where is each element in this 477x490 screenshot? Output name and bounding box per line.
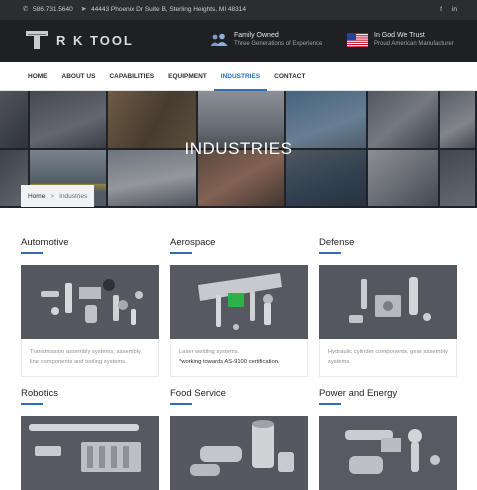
- industry-card-food-service[interactable]: Food Service: [170, 388, 308, 490]
- chevron-right-icon: >: [50, 192, 55, 200]
- aerospace-parts-image: [170, 265, 308, 339]
- title-underline: [170, 252, 192, 254]
- nav-item-about-us[interactable]: ABOUT US: [55, 62, 103, 91]
- nav-item-industries[interactable]: INDUSTRIES: [213, 62, 268, 91]
- title-underline: [21, 403, 43, 405]
- badge-title: Family Owned: [234, 32, 279, 39]
- card-description: Laser welding systems. *working towards …: [170, 339, 308, 377]
- page-title: INDUSTRIES: [184, 139, 293, 158]
- card-title[interactable]: Robotics: [21, 388, 159, 399]
- robotics-parts-image: [21, 416, 159, 490]
- title-underline: [319, 252, 341, 254]
- power-energy-parts-image: [319, 416, 457, 490]
- us-flag-icon: [347, 33, 368, 47]
- title-underline: [319, 403, 341, 405]
- phone-contact[interactable]: ✆ 586.731.5640: [22, 6, 73, 13]
- badge-subtitle: Three Generations of Experience: [234, 41, 323, 47]
- card-title[interactable]: Food Service: [170, 388, 308, 399]
- badge-title: In God We Trust: [374, 32, 425, 39]
- address-text: 44443 Phoenix Dr Suite B, Sterling Heigh…: [91, 6, 247, 13]
- family-owned-badge: Family Owned Three Generations of Experi…: [210, 31, 322, 49]
- card-photo[interactable]: [21, 265, 159, 339]
- automotive-parts-image: [21, 265, 159, 339]
- linkedin-icon[interactable]: in: [452, 6, 457, 13]
- food-service-parts-image: [170, 416, 308, 490]
- location-arrow-icon: ➤: [80, 6, 87, 13]
- card-photo[interactable]: [319, 416, 457, 490]
- top-bar: ✆ 586.731.5640 ➤ 44443 Phoenix Dr Suite …: [0, 0, 477, 20]
- nav-item-equipment[interactable]: EQUIPMENT: [161, 62, 214, 91]
- industry-card-power-and-energy[interactable]: Power and Energy: [319, 388, 457, 490]
- industry-card-automotive[interactable]: Automotive Transmission assembly systems…: [21, 237, 159, 377]
- defense-parts-image: [319, 265, 457, 339]
- card-photo[interactable]: [319, 265, 457, 339]
- card-title[interactable]: Automotive: [21, 237, 159, 248]
- american-badge: In God We Trust Proud American Manufactu…: [347, 31, 454, 49]
- site-header: R K TOOL Family Owned Three Generations …: [0, 20, 477, 62]
- phone-icon: ✆: [22, 6, 29, 13]
- industry-card-aerospace[interactable]: Aerospace Laser welding systems. *workin…: [170, 237, 308, 377]
- badge-subtitle: Proud American Manufacturer: [374, 41, 454, 47]
- title-underline: [170, 403, 192, 405]
- nav-item-contact[interactable]: CONTACT: [267, 62, 312, 91]
- breadcrumb: Home > Industries: [21, 185, 95, 207]
- logo-mark-icon: [26, 29, 48, 51]
- nav-item-capabilities[interactable]: CAPABILITIES: [102, 62, 161, 91]
- main-nav: HOME ABOUT US CAPABILITIES EQUIPMENT IND…: [0, 62, 477, 91]
- social-links: f in: [440, 6, 457, 13]
- card-photo[interactable]: [170, 265, 308, 339]
- breadcrumb-home[interactable]: Home: [28, 193, 45, 200]
- facebook-icon[interactable]: f: [440, 6, 442, 13]
- industry-card-robotics[interactable]: Robotics: [21, 388, 159, 490]
- card-title[interactable]: Aerospace: [170, 237, 308, 248]
- card-description: Transmission assembly systems, assembly …: [21, 339, 159, 377]
- title-underline: [21, 252, 43, 254]
- nav-item-home[interactable]: HOME: [21, 62, 55, 91]
- certification-note: *working towards AS-9100 certification.: [179, 358, 280, 365]
- people-icon: [210, 33, 228, 46]
- card-photo[interactable]: [170, 416, 308, 490]
- site-logo[interactable]: R K TOOL: [26, 29, 134, 51]
- card-description: Hydraulic cylinder components, gear asse…: [319, 339, 457, 377]
- phone-number[interactable]: 586.731.5640: [33, 6, 73, 13]
- card-title[interactable]: Defense: [319, 237, 457, 248]
- card-photo[interactable]: [21, 416, 159, 490]
- logo-text: R K TOOL: [56, 32, 134, 48]
- breadcrumb-current: Industries: [59, 192, 88, 200]
- address-contact: ➤ 44443 Phoenix Dr Suite B, Sterling Hei…: [80, 6, 246, 13]
- card-title[interactable]: Power and Energy: [319, 388, 457, 399]
- industry-card-defense[interactable]: Defense Hydraulic cylinder components, g…: [319, 237, 457, 377]
